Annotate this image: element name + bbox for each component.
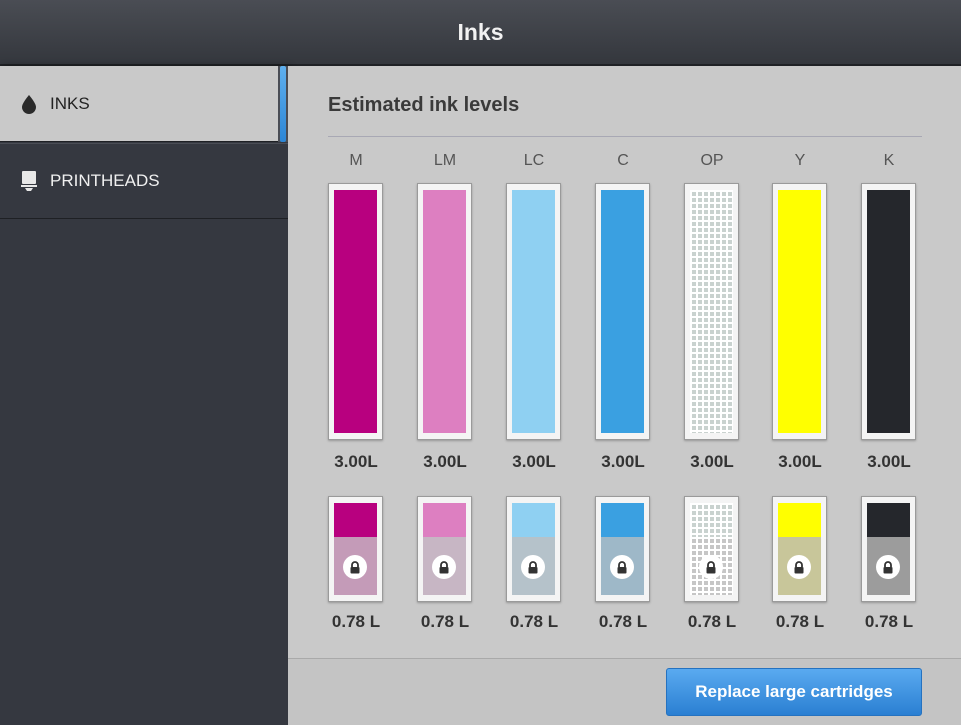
ink-column: K 3.00L 0.78 L <box>857 152 921 642</box>
large-cartridge[interactable] <box>595 183 650 440</box>
large-cartridge-volume: 3.00L <box>690 452 734 471</box>
large-cartridge-volume: 3.00L <box>423 452 467 471</box>
small-cartridge-fill <box>601 503 644 537</box>
small-cartridge-fill <box>512 503 555 537</box>
ink-code-label: C <box>617 152 629 169</box>
ink-code-label: LC <box>523 152 545 169</box>
ink-code-label: OP <box>700 152 724 169</box>
ink-drop-icon <box>18 93 40 115</box>
active-tab-indicator <box>278 66 288 142</box>
ink-column: LC 3.00L 0.78 L <box>502 152 566 642</box>
large-cartridge-fill <box>423 190 466 433</box>
ink-column: LM 3.00L 0.78 L <box>413 152 477 642</box>
small-cartridge-volume: 0.78 L <box>775 612 825 631</box>
replace-large-cartridges-button[interactable]: Replace large cartridges <box>666 668 922 716</box>
ink-column: OP 3.00L 0.78 L <box>680 152 744 642</box>
small-cartridge-volume: 0.78 L <box>509 612 559 631</box>
large-cartridge[interactable] <box>506 183 561 440</box>
sidebar-item-printheads[interactable]: PRINTHEADS <box>0 143 288 219</box>
large-cartridge-fill <box>512 190 555 433</box>
large-cartridge-fill <box>334 190 377 433</box>
ink-column: M 3.00L 0.78 L <box>324 152 388 642</box>
ink-levels-panel: Estimated ink levels M 3.00L 0.78 L LM 3.00L… <box>288 66 961 658</box>
window-title: Inks <box>0 0 961 66</box>
small-cartridge-fill <box>778 503 821 537</box>
section-title: Estimated ink levels <box>328 94 520 116</box>
large-cartridge-fill <box>601 190 644 433</box>
large-cartridge-volume: 3.00L <box>601 452 645 471</box>
large-cartridge-fill <box>867 190 910 433</box>
large-cartridge[interactable] <box>684 183 739 440</box>
small-cartridge-fill <box>690 503 733 537</box>
printhead-icon <box>18 170 40 192</box>
small-cartridge-volume: 0.78 L <box>864 612 914 631</box>
large-cartridge-volume: 3.00L <box>334 452 378 471</box>
small-cartridge[interactable] <box>328 496 383 602</box>
large-cartridge-volume: 3.00L <box>778 452 822 471</box>
small-cartridge-fill <box>423 503 466 537</box>
lock-icon <box>610 555 634 579</box>
ink-code-label: K <box>883 152 895 169</box>
lock-icon <box>699 555 723 579</box>
small-cartridge[interactable] <box>861 496 916 602</box>
sidebar-item-label: PRINTHEADS <box>50 171 160 190</box>
large-cartridge[interactable] <box>861 183 916 440</box>
lock-icon <box>521 555 545 579</box>
footer-bar: Replace large cartridges <box>288 658 961 725</box>
ink-code-label: M <box>349 152 363 169</box>
large-cartridge-fill <box>778 190 821 433</box>
ink-column: C 3.00L 0.78 L <box>591 152 655 642</box>
large-cartridge[interactable] <box>328 183 383 440</box>
sidebar-item-inks[interactable]: INKS <box>0 66 278 142</box>
small-cartridge-volume: 0.78 L <box>420 612 470 631</box>
large-cartridge-volume: 3.00L <box>512 452 556 471</box>
sidebar: INKS PRINTHEADS <box>0 66 288 725</box>
small-cartridge-fill <box>334 503 377 537</box>
divider <box>328 136 922 137</box>
large-cartridge[interactable] <box>772 183 827 440</box>
small-cartridge[interactable] <box>595 496 650 602</box>
large-cartridge-volume: 3.00L <box>867 452 911 471</box>
small-cartridge[interactable] <box>417 496 472 602</box>
lock-icon <box>787 555 811 579</box>
sidebar-item-label: INKS <box>50 93 90 113</box>
small-cartridge-volume: 0.78 L <box>598 612 648 631</box>
small-cartridge[interactable] <box>506 496 561 602</box>
small-cartridge[interactable] <box>772 496 827 602</box>
large-cartridge-fill <box>690 190 733 433</box>
lock-icon <box>432 555 456 579</box>
lock-icon <box>343 555 367 579</box>
small-cartridge-fill <box>867 503 910 537</box>
small-cartridge-volume: 0.78 L <box>331 612 381 631</box>
ink-column: Y 3.00L 0.78 L <box>768 152 832 642</box>
large-cartridge[interactable] <box>417 183 472 440</box>
lock-icon <box>876 555 900 579</box>
small-cartridge-volume: 0.78 L <box>687 612 737 631</box>
small-cartridge[interactable] <box>684 496 739 602</box>
ink-code-label: Y <box>794 152 806 169</box>
ink-code-label: LM <box>433 152 457 169</box>
